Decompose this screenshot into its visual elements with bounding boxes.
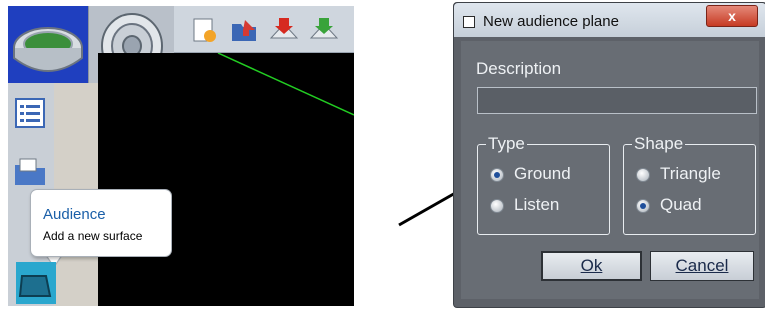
radio-label: Triangle — [660, 164, 721, 183]
export-icon[interactable] — [308, 14, 340, 46]
radio-label: Quad — [660, 195, 702, 214]
radio-label: Ground — [514, 164, 571, 183]
radio-label: Listen — [514, 195, 560, 214]
description-label: Description — [476, 59, 562, 78]
main-toolbar — [174, 6, 354, 53]
type-group: Type Ground Listen — [477, 134, 610, 235]
cancel-button[interactable]: Cancel — [650, 251, 754, 281]
radio-button[interactable] — [490, 199, 504, 213]
tooltip: Audience Add a new surface — [30, 189, 172, 257]
shape-group-title: Shape — [632, 134, 686, 154]
radio-button[interactable] — [490, 168, 504, 182]
close-button[interactable]: x — [706, 5, 758, 27]
radio-button[interactable] — [636, 199, 650, 213]
dialog-title: New audience plane — [483, 13, 619, 30]
shape-group: Shape Triangle Quad — [623, 134, 756, 235]
open-folder-icon[interactable] — [228, 14, 260, 46]
dialog-titlebar[interactable]: New audience plane x — [454, 3, 765, 37]
tooltip-description: Add a new surface — [43, 229, 143, 243]
folder-icon[interactable] — [12, 153, 48, 189]
stadium-logo-icon[interactable] — [8, 6, 88, 83]
tooltip-title: Audience — [43, 206, 106, 223]
new-file-icon[interactable] — [188, 14, 220, 46]
type-group-title: Type — [486, 134, 527, 154]
3d-viewport[interactable] — [98, 53, 354, 306]
ok-button[interactable]: Ok — [541, 251, 642, 281]
radio-button[interactable] — [636, 168, 650, 182]
list-icon[interactable] — [12, 95, 48, 131]
new-audience-plane-dialog: New audience plane x Description Type Gr… — [453, 2, 765, 308]
application-window: Audience Add a new surface — [8, 6, 354, 306]
window-icon — [463, 16, 475, 28]
audience-surface-icon[interactable] — [16, 262, 56, 304]
description-input[interactable] — [477, 87, 757, 114]
import-icon[interactable] — [268, 14, 300, 46]
